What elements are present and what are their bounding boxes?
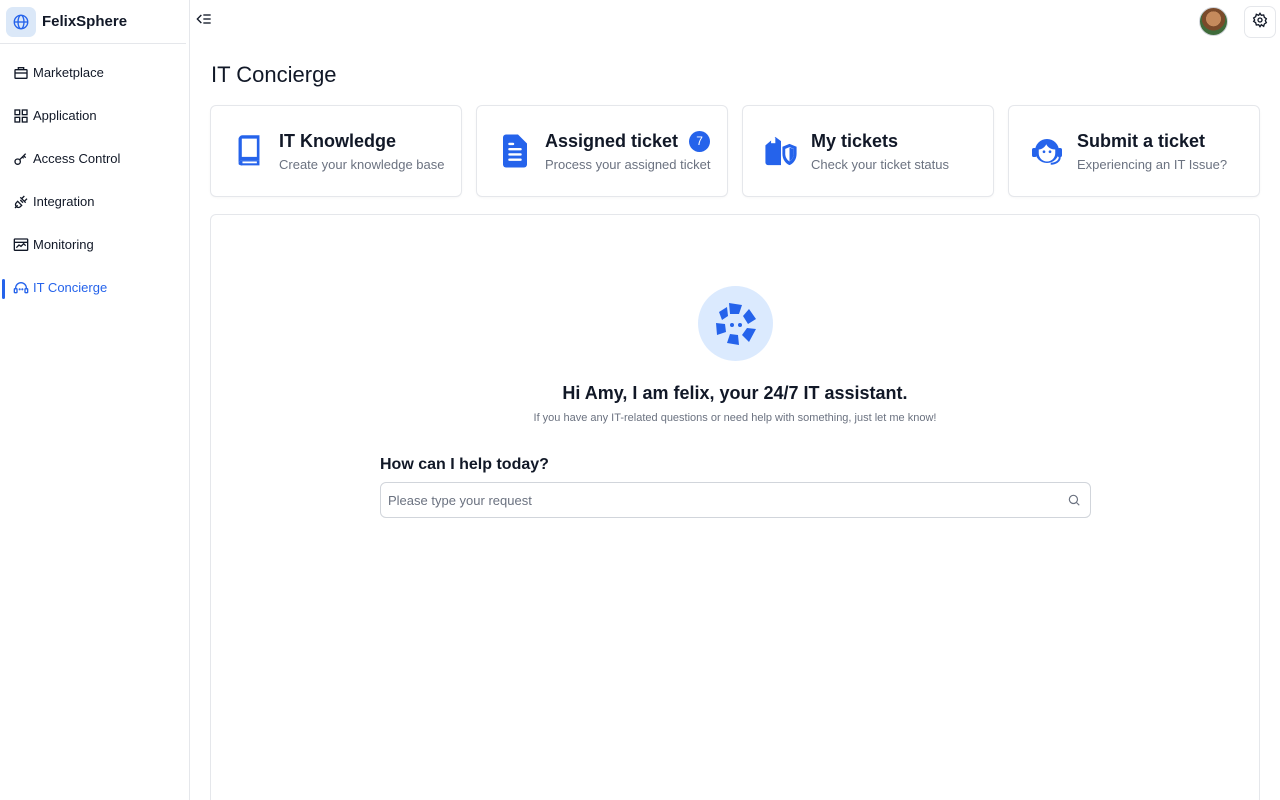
document-icon (497, 133, 533, 169)
sidebar-item-application[interactable]: Application (0, 94, 189, 137)
book-icon (231, 133, 267, 169)
assistant-greeting: Hi Amy, I am felix, your 24/7 IT assista… (562, 383, 908, 403)
help-prompt-label: How can I help today? (380, 456, 549, 473)
card-subtitle: Experiencing an IT Issue? (1077, 156, 1228, 172)
request-input[interactable] (381, 483, 1066, 517)
gear-icon (1252, 11, 1268, 33)
collapse-sidebar-button[interactable] (195, 12, 213, 30)
card-subtitle: Process your assigned ticket (545, 156, 711, 172)
collapse-sidebar-icon (196, 11, 212, 32)
app-name: FelixSphere (42, 13, 128, 30)
sidebar: FelixSphere Marketplace Application Acce… (0, 0, 190, 800)
sidebar-item-label: Integration (33, 194, 95, 209)
card-title: IT Knowledge (279, 130, 396, 151)
assistant-panel: Hi Amy, I am felix, your 24/7 IT assista… (210, 214, 1260, 800)
sidebar-item-label: IT Concierge (33, 280, 108, 295)
card-title: My tickets (811, 130, 899, 151)
card-it-knowledge[interactable]: IT Knowledge Create your knowledge base (210, 105, 462, 197)
sidebar-item-it-concierge[interactable]: IT Concierge (0, 266, 189, 309)
card-my-tickets[interactable]: My tickets Check your ticket status (742, 105, 994, 197)
grid-icon (12, 107, 29, 124)
headset-icon (12, 279, 29, 296)
sidebar-item-label: Access Control (33, 151, 121, 166)
sidebar-item-monitoring[interactable]: Monitoring (0, 223, 189, 266)
sidebar-item-marketplace[interactable]: Marketplace (0, 51, 189, 94)
sidebar-item-label: Marketplace (33, 65, 104, 80)
card-submit-ticket[interactable]: Submit a ticket Experiencing an IT Issue… (1008, 105, 1260, 197)
assistant-subtext: If you have any IT-related questions or … (533, 412, 937, 424)
shield-ticket-icon (763, 133, 799, 169)
card-subtitle: Create your knowledge base (279, 156, 445, 172)
ticket-count-badge: 7 (689, 130, 711, 152)
sidebar-nav: Marketplace Application Access Control I… (0, 51, 189, 309)
briefcase-icon (12, 64, 29, 81)
key-icon (12, 150, 29, 167)
sidebar-item-label: Application (33, 108, 97, 123)
quick-action-cards: IT Knowledge Create your knowledge base … (210, 105, 1260, 197)
support-agent-icon (1029, 133, 1065, 169)
user-avatar[interactable] (1199, 7, 1228, 36)
plug-icon (12, 193, 29, 210)
sidebar-item-label: Monitoring (33, 237, 94, 252)
sidebar-item-integration[interactable]: Integration (0, 180, 189, 223)
search-icon[interactable] (1066, 492, 1082, 508)
page-title: IT Concierge (211, 62, 337, 87)
card-title: Submit a ticket (1077, 130, 1206, 151)
card-title: Assigned ticket (545, 130, 679, 151)
sidebar-item-access-control[interactable]: Access Control (0, 137, 189, 180)
card-title-row: Assigned ticket 7 (545, 130, 711, 152)
request-search-box (380, 482, 1091, 518)
card-subtitle: Check your ticket status (811, 156, 949, 172)
monitor-chart-icon (12, 236, 29, 253)
settings-button[interactable] (1244, 6, 1276, 38)
globe-icon (6, 6, 36, 37)
assistant-bot-icon (698, 286, 773, 361)
card-assigned-ticket[interactable]: Assigned ticket 7 Process your assigned … (476, 105, 728, 197)
brand[interactable]: FelixSphere (0, 0, 186, 44)
